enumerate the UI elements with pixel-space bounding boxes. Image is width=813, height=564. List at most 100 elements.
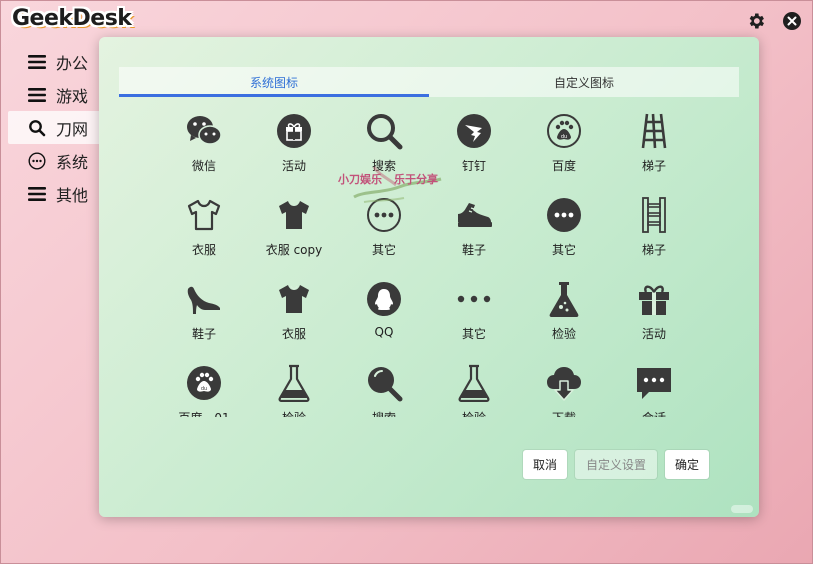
flask-filled-icon <box>544 279 584 319</box>
icon-option-label: 检验 <box>551 327 576 341</box>
icon-grid: 微信 活动 搜索 钉钉 du 百度 梯子 衣服 衣服 copy 其它 鞋子 其它… <box>159 107 699 417</box>
icon-option-shoes[interactable]: 鞋子 <box>429 191 519 275</box>
more-circle-icon <box>28 151 46 170</box>
icon-option-test-2[interactable]: 检验 <box>249 359 339 417</box>
icon-option-download[interactable]: 下载 <box>519 359 609 417</box>
cloud-download-icon <box>544 363 584 403</box>
icon-option-baidu[interactable]: du 百度 <box>519 107 609 191</box>
sidebar: 办公 游戏 刀网 系统 其他 <box>8 45 108 210</box>
icon-option-clothes[interactable]: 衣服 <box>159 191 249 275</box>
icon-option-label: 百度 - 01 <box>178 409 229 417</box>
icon-option-label: 检验 <box>462 409 486 417</box>
icon-option-label: 其它 <box>461 327 486 341</box>
custom-settings-button[interactable]: 自定义设置 <box>574 450 657 479</box>
icon-option-search-2[interactable]: 搜索 <box>339 359 429 417</box>
icon-option-activity-2[interactable]: 活动 <box>609 275 699 359</box>
tab-system-icons[interactable]: 系统图标 <box>119 67 429 97</box>
sidebar-item-daowang[interactable]: 刀网 <box>8 111 108 144</box>
qq-icon <box>364 279 404 319</box>
sidebar-item-other[interactable]: 其他 <box>8 177 108 210</box>
chat-icon <box>634 363 674 403</box>
icon-option-clothes-copy[interactable]: 衣服 copy <box>249 191 339 275</box>
icon-option-baidu-01[interactable]: du 百度 - 01 <box>159 359 249 417</box>
sidebar-item-label: 其他 <box>56 185 89 205</box>
icon-option-ladder[interactable]: 梯子 <box>609 107 699 191</box>
app-logo: GeekDesk <box>12 6 132 31</box>
icon-option-dingtalk[interactable]: 钉钉 <box>429 107 519 191</box>
icon-option-qq[interactable]: QQ <box>339 275 429 359</box>
high-heel-icon <box>184 279 224 319</box>
ladder-icon <box>634 111 674 151</box>
wechat-icon <box>184 111 224 151</box>
menu-icon <box>28 185 46 203</box>
close-icon[interactable] <box>781 10 803 32</box>
sidebar-item-office[interactable]: 办公 <box>8 45 108 78</box>
icon-option-clothes-2[interactable]: 衣服 <box>249 275 339 359</box>
sidebar-item-label: 刀网 <box>56 119 89 139</box>
ladder-outline-icon <box>634 195 674 235</box>
icon-option-label: 其它 <box>371 243 396 257</box>
gear-icon[interactable] <box>745 10 767 32</box>
search-icon <box>364 111 404 151</box>
icon-option-label: 百度 <box>551 159 576 173</box>
flask-outline-icon <box>454 363 494 403</box>
icon-option-label: 活动 <box>281 159 306 173</box>
icon-option-label: 鞋子 <box>191 327 216 341</box>
icon-option-label: 钉钉 <box>461 159 486 173</box>
sidebar-item-games[interactable]: 游戏 <box>8 78 108 111</box>
icon-option-label: 衣服 copy <box>265 243 323 257</box>
sidebar-item-system[interactable]: 系统 <box>8 144 108 177</box>
svg-text:du: du <box>201 386 207 392</box>
tab-bar: 系统图标 自定义图标 <box>119 67 739 97</box>
icon-option-label: 微信 <box>191 159 216 173</box>
svg-text:du: du <box>561 134 567 140</box>
gift-circle-icon <box>274 111 314 151</box>
icon-option-label: 衣服 <box>281 327 306 341</box>
icon-option-test[interactable]: 检验 <box>519 275 609 359</box>
dingtalk-icon <box>454 111 494 151</box>
tab-custom-icons[interactable]: 自定义图标 <box>429 67 739 97</box>
icon-option-search[interactable]: 搜索 <box>339 107 429 191</box>
icon-option-shoes-2[interactable]: 鞋子 <box>159 275 249 359</box>
menu-icon <box>28 86 46 104</box>
sidebar-item-label: 游戏 <box>56 86 89 106</box>
icon-option-label: 梯子 <box>641 243 666 257</box>
search-icon <box>28 119 46 137</box>
sidebar-item-label: 系统 <box>56 152 89 172</box>
sidebar-item-label: 办公 <box>56 53 89 73</box>
icon-option-label: 衣服 <box>191 243 216 257</box>
gift-icon <box>634 279 674 319</box>
dialog-actions: 取消 自定义设置 确定 <box>522 450 709 479</box>
more-filled-icon <box>544 195 584 235</box>
more-outline-icon <box>364 195 404 235</box>
resize-handle[interactable] <box>731 505 753 513</box>
icon-option-label: 检验 <box>282 409 306 417</box>
icon-grid-viewport[interactable]: 微信 活动 搜索 钉钉 du 百度 梯子 衣服 衣服 copy 其它 鞋子 其它… <box>159 107 699 417</box>
icon-option-label: QQ <box>374 325 394 339</box>
tshirt-icon <box>274 195 314 235</box>
search-filled-icon <box>364 363 404 403</box>
menu-icon <box>28 53 46 71</box>
icon-option-label: 其它 <box>551 243 576 257</box>
icon-option-label: 梯子 <box>641 159 666 173</box>
icon-picker-dialog: 系统图标 自定义图标 微信 活动 搜索 钉钉 du 百度 梯子 衣服 衣服 co… <box>99 37 759 517</box>
icon-option-activity[interactable]: 活动 <box>249 107 339 191</box>
icon-option-other-2[interactable]: 其它 <box>519 191 609 275</box>
dots-icon <box>454 279 494 319</box>
icon-option-label: 鞋子 <box>461 243 486 257</box>
baidu-icon: du <box>184 363 224 403</box>
icon-option-wechat[interactable]: 微信 <box>159 107 249 191</box>
icon-option-test-3[interactable]: 检验 <box>429 359 519 417</box>
confirm-button[interactable]: 确定 <box>664 450 709 479</box>
icon-option-label: 下载 <box>552 409 576 417</box>
icon-option-other[interactable]: 其它 <box>339 191 429 275</box>
icon-option-ladder-2[interactable]: 梯子 <box>609 191 699 275</box>
tshirt-outline-icon <box>184 195 224 235</box>
cancel-button[interactable]: 取消 <box>522 450 567 479</box>
sneaker-icon <box>454 195 494 235</box>
icon-option-label: 活动 <box>641 327 666 341</box>
icon-option-chat[interactable]: 会话 <box>609 359 699 417</box>
flask-outline-icon <box>274 363 314 403</box>
icon-option-label: 会话 <box>642 409 666 417</box>
icon-option-other-3[interactable]: 其它 <box>429 275 519 359</box>
